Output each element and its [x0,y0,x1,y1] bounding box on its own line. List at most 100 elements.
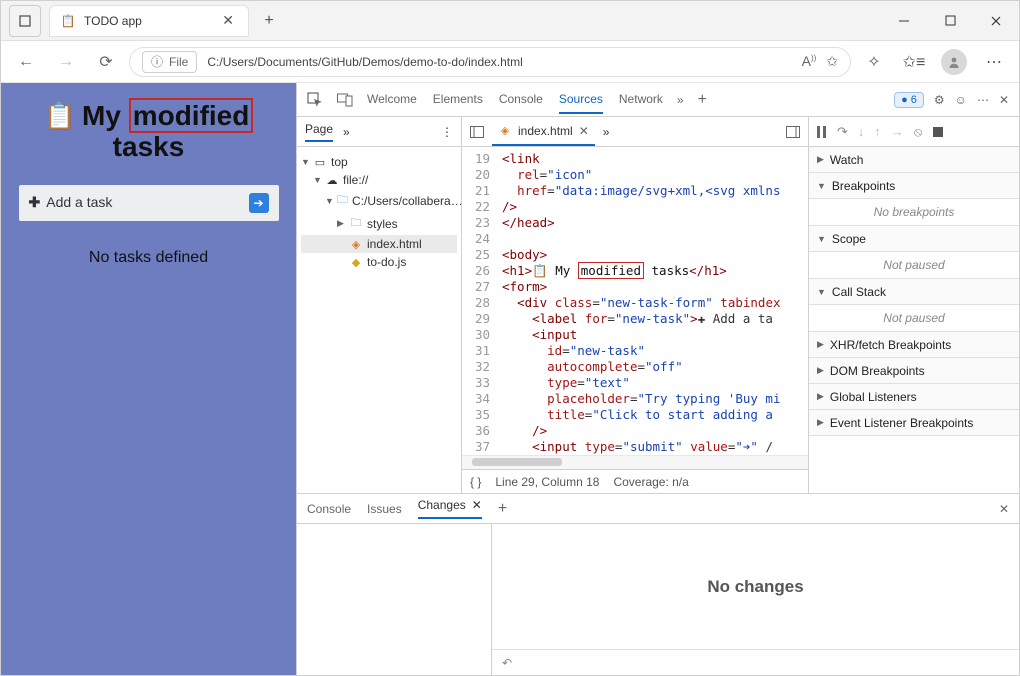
line-gutter: 1920212223242526272829303132333435363738… [462,147,496,455]
tree-file-index[interactable]: ◈index.html [301,235,457,253]
callstack-not-paused: Not paused [809,305,1019,332]
reader-icon[interactable]: A)) [802,53,817,70]
content-area: 📋My modified tasks ✚Add a task ➔ No task… [1,83,1019,675]
tree-styles-folder[interactable]: ▶🗀styles [301,212,457,235]
tab-sources[interactable]: Sources [559,86,603,114]
pane-global[interactable]: ▶Global Listeners [809,384,1019,410]
pane-xhr[interactable]: ▶XHR/fetch Breakpoints [809,332,1019,358]
avatar-icon [941,49,967,75]
more-button[interactable]: ⋯ [977,45,1011,79]
step-out-icon[interactable]: ↑ [874,124,881,139]
horizontal-scrollbar[interactable] [462,455,808,469]
drawer-add-tab[interactable]: + [498,500,507,518]
tree-origin[interactable]: ▼☁file:// [301,171,457,189]
changes-tree [297,524,492,675]
device-toolbar-icon[interactable] [337,93,353,107]
favorite-icon[interactable]: ✩ [826,53,838,70]
pane-watch[interactable]: ▶Watch [809,147,1019,173]
browser-tab[interactable]: 📋 TODO app ✕ [49,5,249,37]
pause-exceptions-icon[interactable] [932,126,944,138]
tree-top[interactable]: ▼▭top [301,153,457,171]
hide-debugger-icon[interactable] [786,126,800,138]
pause-button[interactable] [817,126,827,138]
tree-file-js[interactable]: ◆to-do.js [301,253,457,271]
pane-dom[interactable]: ▶DOM Breakpoints [809,358,1019,384]
close-drawer-tab[interactable]: ✕ [472,498,482,512]
folder-icon: 🗀 [349,214,363,233]
tab-network[interactable]: Network [619,86,663,114]
cloud-icon: ☁ [325,174,339,187]
pane-event-listeners[interactable]: ▶Event Listener Breakpoints [809,410,1019,436]
more-options-icon[interactable]: ⋯ [977,93,989,107]
nav-more-icon[interactable]: ⋮ [441,125,453,139]
issues-badge[interactable]: ● 6 [894,92,924,108]
editor-tab-index[interactable]: ◈ index.html ✕ [492,117,595,146]
plus-icon: ✚ [29,194,41,210]
code-editor[interactable]: 1920212223242526272829303132333435363738… [462,147,808,455]
drawer-tab-console[interactable]: Console [307,502,351,516]
submit-button[interactable]: ➔ [249,193,269,213]
browser-window: 📋 TODO app ✕ + ← → ⟳ ⓘ File C:/Users/Doc… [0,0,1020,676]
close-window-button[interactable] [973,1,1019,41]
drawer: Console Issues Changes✕ + ✕ No changes ↶ [297,493,1019,675]
window-titlebar: 📋 TODO app ✕ + [1,1,1019,41]
tab-welcome[interactable]: Welcome [367,86,417,114]
step-into-icon[interactable]: ↓ [858,124,865,139]
tab-console[interactable]: Console [499,86,543,114]
js-file-icon: ◆ [349,256,363,269]
feedback-icon[interactable]: ☺ [955,93,967,107]
tree-folder[interactable]: ▼🗀C:/Users/collabera… [301,189,457,212]
tab-elements[interactable]: Elements [433,86,483,114]
pane-scope[interactable]: ▼Scope [809,226,1019,252]
close-devtools-button[interactable]: ✕ [999,93,1009,107]
modified-word: modified [129,98,254,133]
refresh-button[interactable]: ⟳ [89,45,123,79]
show-navigator-icon[interactable] [470,126,484,138]
no-breakpoints: No breakpoints [809,199,1019,226]
inspect-element-icon[interactable] [307,92,323,108]
more-nav-tabs[interactable]: » [343,125,350,139]
step-over-icon[interactable]: ↷ [837,124,848,140]
drawer-tab-issues[interactable]: Issues [367,502,402,516]
tab-title: TODO app [84,14,142,28]
settings-icon[interactable]: ⚙ [934,93,945,107]
devtools: Welcome Elements Console Sources Network… [296,83,1019,675]
add-task-input[interactable]: ✚Add a task ➔ [19,185,279,221]
debugger-toolbar: ↷ ↓ ↑ → ⦸ [809,117,1019,147]
site-info-pill[interactable]: ⓘ File [142,51,197,73]
new-tab-devtools-button[interactable]: + [698,91,707,109]
undo-icon[interactable]: ↶ [502,656,512,670]
rendered-page: 📋My modified tasks ✚Add a task ➔ No task… [1,83,296,675]
braces-icon[interactable]: { } [470,475,481,489]
new-tab-button[interactable]: + [255,7,283,35]
debugger-sidebar: ↷ ↓ ↑ → ⦸ ▶Watch ▼Breakpoints No breakpo… [809,117,1019,493]
pane-breakpoints[interactable]: ▼Breakpoints [809,173,1019,199]
deactivate-bp-icon[interactable]: ⦸ [914,124,922,140]
profile-button[interactable] [937,45,971,79]
url-input[interactable]: ⓘ File C:/Users/Documents/GitHub/Demos/d… [129,47,851,77]
pane-callstack[interactable]: ▼Call Stack [809,279,1019,305]
editor-tabs: ◈ index.html ✕ » [462,117,808,147]
more-tabs-button[interactable]: » [677,93,684,107]
favorites-button[interactable]: ✩≡ [897,45,931,79]
close-editor-tab[interactable]: ✕ [579,124,589,138]
extensions-button[interactable]: ✧ [857,45,891,79]
code-text: <link rel="icon" href="data:image/svg+xm… [496,147,781,455]
maximize-button[interactable] [927,1,973,41]
window-controls [881,1,1019,41]
step-icon[interactable]: → [891,124,904,139]
navigator-header: Page » ⋮ [297,117,461,147]
back-button[interactable]: ← [9,45,43,79]
devtools-tabs: Welcome Elements Console Sources Network [367,86,663,114]
tab-page[interactable]: Page [305,122,333,142]
close-drawer-button[interactable]: ✕ [999,502,1009,516]
more-editor-tabs[interactable]: » [603,125,610,139]
editor-status-bar: { } Line 29, Column 18 Coverage: n/a [462,469,808,493]
tab-actions-button[interactable] [9,5,41,37]
drawer-tab-changes[interactable]: Changes✕ [418,498,482,519]
editor-pane: ◈ index.html ✕ » 19202122232425262728293… [462,117,809,493]
page-favicon-icon: 📋 [60,13,76,29]
minimize-button[interactable] [881,1,927,41]
no-tasks-text: No tasks defined [89,249,208,267]
close-tab-button[interactable]: ✕ [218,12,238,29]
